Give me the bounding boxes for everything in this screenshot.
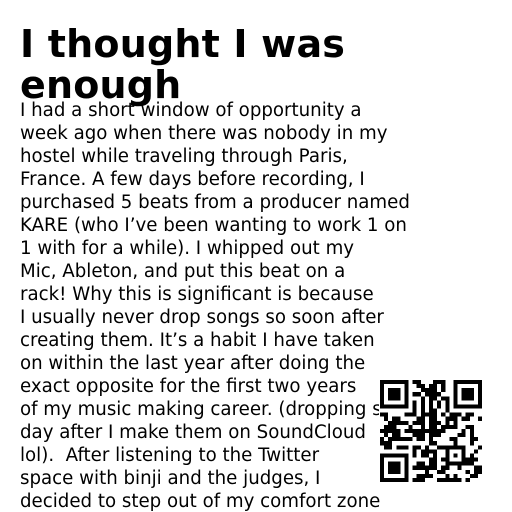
article-title: I thought I was enough [20, 24, 480, 106]
title-line: I thought I was [20, 22, 346, 66]
page: I thought I was enough I had a short win… [0, 0, 512, 512]
body-line: rack! Why this is significant is because [20, 284, 374, 305]
body-line: I had a short window of opportunity a [20, 100, 362, 121]
body-line: 1 with for a while). I whipped out my [20, 238, 355, 259]
qr-code-graphic [380, 380, 482, 482]
body-line: I usually never drop songs so soon after [20, 307, 384, 328]
body-line: France. A few days before recording, I [20, 169, 365, 190]
body-line: week ago when there was nobody in my [20, 123, 388, 144]
qr-code-icon[interactable] [379, 379, 483, 483]
body-line: purchased 5 beats from a producer named [20, 192, 410, 213]
body-line: hostel while traveling through Paris, [20, 146, 348, 167]
body-line: on within the last year after doing the [20, 353, 366, 374]
body-line: creating them. It’s a habit I have taken [20, 330, 375, 351]
body-line: decided to step out of my comfort zone [20, 491, 381, 512]
body-line: Mic, Ableton, and put this beat on a [20, 261, 346, 282]
body-line: KARE (who I’ve been wanting to work 1 on [20, 215, 407, 236]
